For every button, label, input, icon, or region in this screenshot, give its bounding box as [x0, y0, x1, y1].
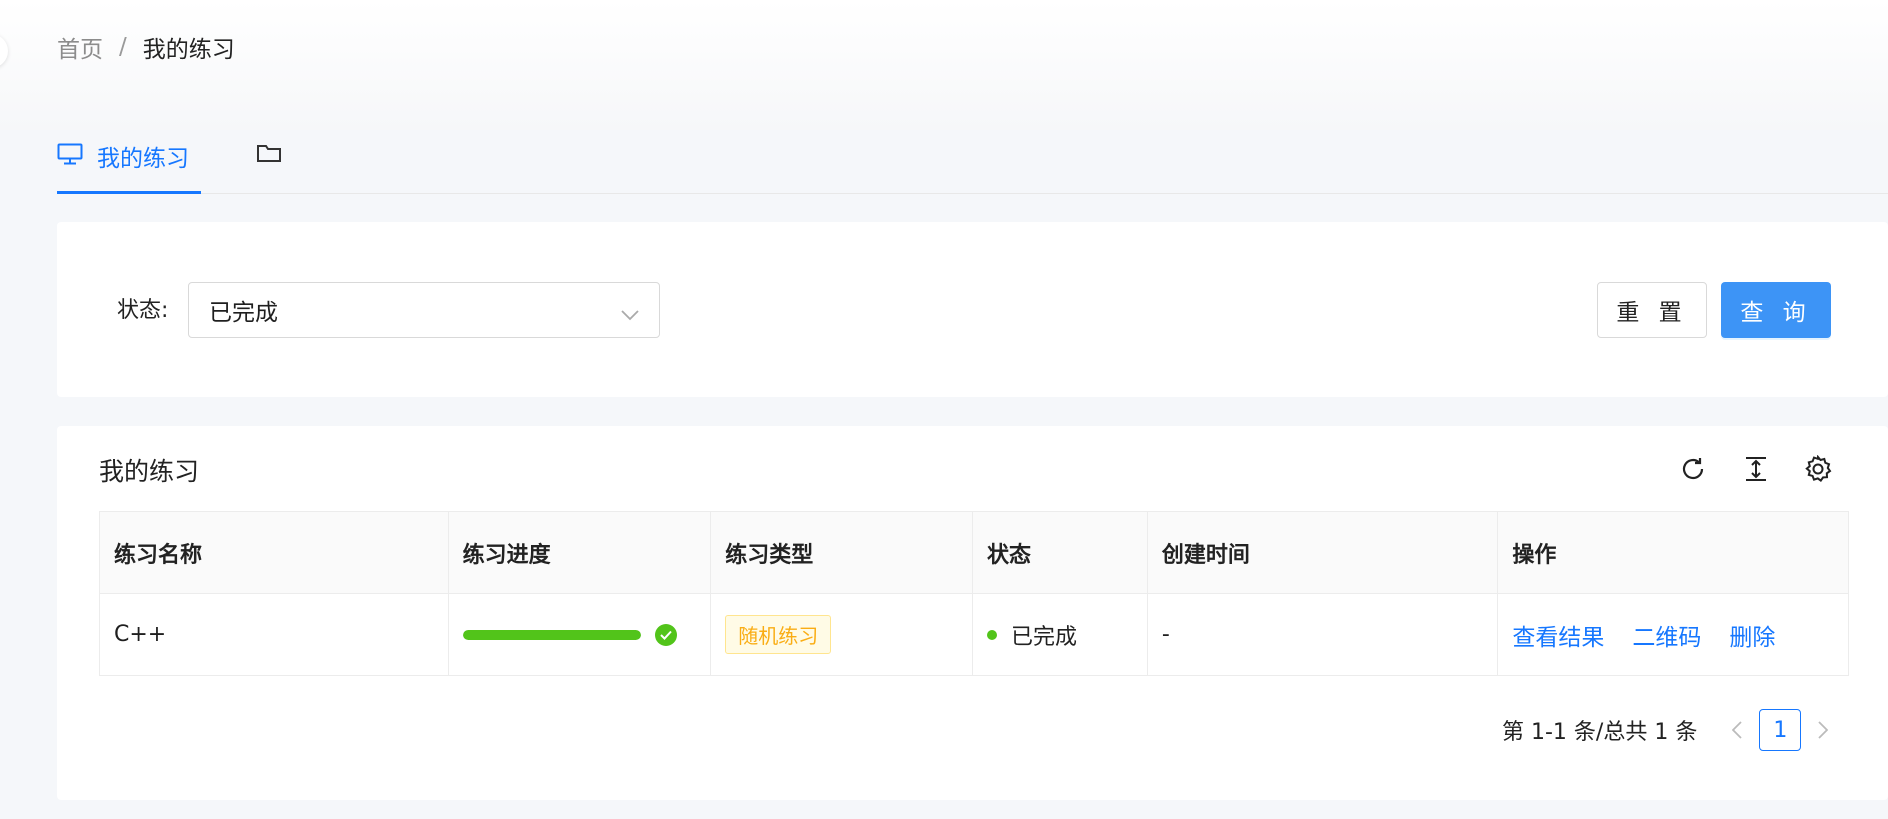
breadcrumb-current: 我的练习 [142, 37, 235, 63]
check-circle-icon [654, 623, 677, 646]
reload-icon[interactable] [1678, 454, 1708, 484]
table-title: 我的练习 [99, 457, 200, 486]
column-header: 操作 [1512, 542, 1557, 568]
delete-link[interactable]: 删除 [1729, 618, 1775, 652]
tab-bar: 我的练习 [57, 125, 1888, 194]
column-height-icon[interactable] [1741, 454, 1771, 484]
column-header: 练习名称 [100, 512, 449, 593]
table-panel: 我的练习 练习名称 练习进度 练习类型 状态 创建时间 操作 C++ 随机练习 … [57, 426, 1888, 800]
folder-icon [256, 145, 282, 168]
status-select[interactable]: 已完成 [188, 282, 660, 338]
status-filter-label: 状态: [117, 298, 169, 323]
breadcrumb-home[interactable]: 首页 [57, 30, 103, 64]
actions-cell: 查看结果 二维码 删除 [1498, 594, 1848, 675]
practice-type-tag: 随机练习 [725, 615, 832, 654]
progress-fill [462, 629, 641, 640]
tab-my-practice[interactable]: 我的练习 [57, 139, 201, 194]
desktop-icon [57, 139, 83, 171]
type-cell: 随机练习 [711, 594, 973, 675]
table-row: C++ 随机练习 已完成 - 查看结果 二维码 删除 [100, 594, 1848, 675]
breadcrumb-separator: / [119, 34, 127, 60]
progress-track [462, 629, 641, 640]
setting-icon[interactable] [1803, 454, 1833, 484]
right-icon[interactable] [1809, 721, 1837, 739]
tab-label: 我的练习 [97, 146, 189, 172]
column-header: 创建时间 [1148, 512, 1499, 593]
practice-table: 练习名称 练习进度 练习类型 状态 创建时间 操作 C++ 随机练习 已完成 -… [99, 511, 1849, 676]
header-background [0, 0, 1888, 130]
status-dot [987, 629, 997, 640]
column-header: 状态 [973, 512, 1148, 593]
practice-name: C++ [100, 594, 449, 675]
query-button[interactable]: 查 询 [1721, 282, 1831, 338]
status-cell: 已完成 [973, 594, 1148, 675]
table-header-row: 练习名称 练习进度 练习类型 状态 创建时间 操作 [100, 512, 1848, 594]
page-1-button[interactable]: 1 [1759, 709, 1802, 751]
left-icon[interactable] [1723, 721, 1751, 739]
breadcrumb: 首页 / 我的练习 [57, 30, 235, 64]
search-panel: 状态: 已完成 重 置 查 询 [57, 222, 1888, 397]
view-result-link[interactable]: 查看结果 [1512, 618, 1604, 652]
progress-cell [449, 594, 712, 675]
pagination: 第 1-1 条/总共 1 条 1 [1502, 709, 1837, 751]
qrcode-link[interactable]: 二维码 [1632, 618, 1701, 652]
reset-button[interactable]: 重 置 [1597, 282, 1707, 338]
pagination-summary: 第 1-1 条/总共 1 条 [1502, 720, 1698, 745]
status-badge: 已完成 [987, 619, 1077, 651]
chevron-down-icon [621, 301, 639, 327]
status-text: 已完成 [1011, 624, 1078, 650]
created-time: - [1148, 594, 1499, 675]
column-header: 练习进度 [449, 512, 712, 593]
progress-bar [462, 623, 677, 646]
column-header: 练习类型 [711, 512, 973, 593]
status-select-value: 已完成 [209, 300, 278, 326]
tab-folder[interactable] [256, 142, 282, 168]
